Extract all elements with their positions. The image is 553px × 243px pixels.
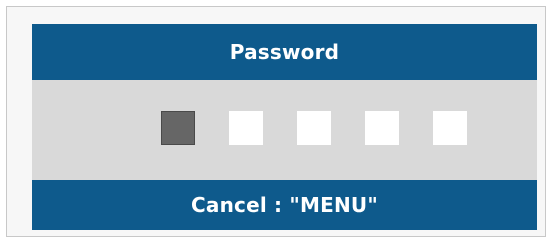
password-entry-area bbox=[32, 80, 537, 180]
password-slot-3[interactable] bbox=[297, 111, 331, 145]
password-slots[interactable] bbox=[161, 111, 467, 145]
screen: Password Cancel : "MENU" bbox=[0, 0, 553, 243]
password-dialog: Password Cancel : "MENU" bbox=[32, 24, 537, 230]
password-slot-5[interactable] bbox=[433, 111, 467, 145]
password-slot-2[interactable] bbox=[229, 111, 263, 145]
dialog-footer[interactable]: Cancel : "MENU" bbox=[32, 180, 537, 230]
dialog-title: Password bbox=[229, 40, 340, 64]
cancel-menu-hint[interactable]: Cancel : "MENU" bbox=[191, 193, 378, 217]
password-slot-1[interactable] bbox=[161, 111, 195, 145]
dialog-title-bar: Password bbox=[32, 24, 537, 80]
password-slot-4[interactable] bbox=[365, 111, 399, 145]
